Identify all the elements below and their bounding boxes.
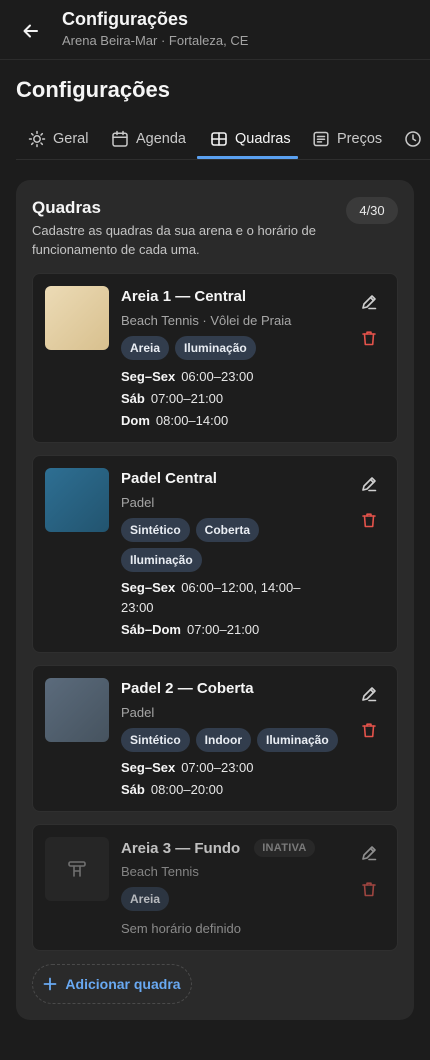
court-card[interactable]: Padel 2 — Coberta Padel Sintético Indoor… xyxy=(32,665,398,812)
delete-court-button[interactable] xyxy=(357,326,381,350)
no-schedule-text: Sem horário definido xyxy=(121,921,241,936)
court-name: Padel 2 — Coberta xyxy=(121,680,254,697)
court-tags: Areia Iluminação xyxy=(121,336,341,360)
edit-court-button[interactable] xyxy=(357,841,381,865)
pencil-icon xyxy=(362,846,377,861)
sun-icon xyxy=(28,130,46,147)
tab-label: Quadras xyxy=(235,130,291,147)
court-sports: Padel xyxy=(121,705,155,720)
active-tab-indicator xyxy=(197,156,298,159)
page-title: Configurações xyxy=(16,77,171,102)
court-name: Areia 3 — Fundo INATIVA xyxy=(121,839,315,857)
delete-court-button[interactable] xyxy=(357,718,381,742)
add-court-button[interactable]: Adicionar quadra xyxy=(32,964,192,1004)
trash-icon xyxy=(362,513,376,528)
tab-precos[interactable]: Preços xyxy=(312,118,382,159)
court-sports: Beach Tennis xyxy=(121,864,199,879)
pencil-icon xyxy=(362,687,377,702)
edit-court-button[interactable] xyxy=(357,290,381,314)
tag-chip: Sintético xyxy=(121,518,190,542)
tag-chip: Areia xyxy=(121,336,170,360)
tag-chip: Iluminação xyxy=(257,728,338,752)
tag-chip: Indoor xyxy=(195,728,251,752)
panel-title: Quadras xyxy=(32,198,101,217)
tab-quadras[interactable]: Quadras xyxy=(210,118,291,159)
pencil-icon xyxy=(362,477,377,492)
schedule-row: Seg–Sex 06:00–23:00 xyxy=(121,369,254,384)
tag-chip: Sintético xyxy=(121,728,190,752)
inactive-badge: INATIVA xyxy=(254,839,315,857)
schedule-row: Seg–Sex 07:00–23:00 xyxy=(121,760,254,775)
tag-chip: Iluminação xyxy=(175,336,256,360)
tab-geral[interactable]: Geral xyxy=(28,118,88,159)
court-name: Padel Central xyxy=(121,470,217,487)
trash-icon xyxy=(362,882,376,897)
tab-label: Preços xyxy=(337,130,383,147)
back-button[interactable] xyxy=(14,14,48,48)
court-card[interactable]: Areia 1 — Central Beach Tennis · Vôlei d… xyxy=(32,273,398,443)
court-thumbnail xyxy=(45,678,109,742)
grid-icon xyxy=(211,131,227,146)
schedule-row: Sáb–Dom 07:00–21:00 xyxy=(121,622,260,637)
calendar-icon xyxy=(112,130,128,147)
pencil-icon xyxy=(362,295,377,310)
schedule-row: Sáb 07:00–21:00 xyxy=(121,391,224,406)
clock-icon xyxy=(405,130,421,147)
schedule-row: Dom 08:00–14:00 xyxy=(121,413,229,428)
header-title: Configurações xyxy=(62,9,189,29)
add-court-label: Adicionar quadra xyxy=(65,976,181,992)
court-card[interactable]: Padel Central Padel Sintético Coberta Il… xyxy=(32,455,398,653)
edit-court-button[interactable] xyxy=(357,682,381,706)
schedule-row: Seg–Sex 06:00–12:00, 14:00–23:00 xyxy=(121,580,301,615)
delete-court-button[interactable] xyxy=(357,508,381,532)
plus-icon xyxy=(44,977,57,991)
court-schedule: Seg–Sex 07:00–23:00 Sáb 08:00–20:00 xyxy=(121,758,321,802)
tab-agenda[interactable]: Agenda xyxy=(111,118,186,159)
court-thumbnail xyxy=(45,468,109,532)
tag-chip: Coberta xyxy=(195,518,260,542)
edit-court-button[interactable] xyxy=(357,472,381,496)
tab-label: Agenda xyxy=(136,130,186,147)
trash-icon xyxy=(362,331,376,346)
court-thumbnail-placeholder xyxy=(45,837,109,901)
tab-label: Geral xyxy=(53,130,89,147)
trash-icon xyxy=(362,723,376,738)
court-sports: Beach Tennis · Vôlei de Praia xyxy=(121,313,292,328)
courts-count-badge: 4/30 xyxy=(346,197,398,224)
tag-chip: Areia xyxy=(121,887,170,911)
court-name: Areia 1 — Central xyxy=(121,288,247,305)
court-thumbnail xyxy=(45,286,109,350)
court-schedule: Seg–Sex 06:00–12:00, 14:00–23:00 Sáb–Dom 0… xyxy=(121,578,326,642)
schedule-row: Sáb 08:00–20:00 xyxy=(121,782,224,797)
header-subtitle: Arena Beira-Mar · Fortaleza, CE xyxy=(62,33,249,48)
court-tags: Areia xyxy=(121,887,341,911)
panel-description: Cadastre as quadras da sua arena e o hor… xyxy=(32,223,317,257)
court-sports: Padel xyxy=(121,495,155,510)
court-card-inactive[interactable]: Areia 3 — Fundo INATIVA Beach Tennis Are… xyxy=(32,824,398,951)
tab-horarios[interactable] xyxy=(404,118,429,159)
court-schedule: Seg–Sex 06:00–23:00 Sáb 07:00–21:00 Dom 08:… xyxy=(121,367,321,433)
court-placeholder-icon xyxy=(68,861,86,877)
settings-tabs: Geral Agenda Quadras Preços xyxy=(16,118,430,160)
courts-panel: Quadras Cadastre as quadras da sua arena… xyxy=(16,180,414,1020)
tag-chip: Iluminação xyxy=(121,548,202,572)
arrow-left-icon xyxy=(23,24,38,38)
delete-court-button[interactable] xyxy=(357,877,381,901)
receipt-icon xyxy=(313,131,329,146)
top-bar: Configurações Arena Beira-Mar · Fortalez… xyxy=(0,0,430,60)
court-tags: Sintético Indoor Iluminação xyxy=(121,728,351,752)
court-tags: Sintético Coberta Iluminação xyxy=(121,518,321,572)
